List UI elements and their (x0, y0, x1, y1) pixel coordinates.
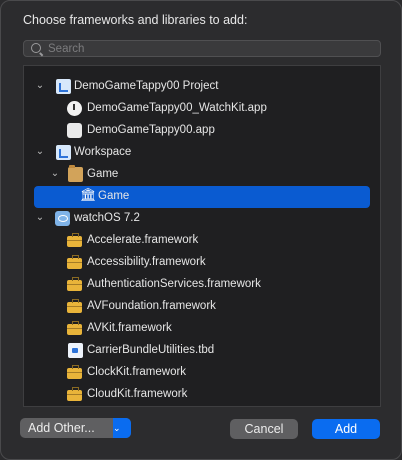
tree-row-app[interactable]: DemoGameTappy00.app (24, 120, 380, 142)
tree-row-label: DemoGameTappy00 Project (74, 80, 219, 92)
framework-toolbox-icon (67, 387, 82, 401)
project-doc-icon (56, 79, 71, 94)
tbd-file-icon (68, 343, 83, 358)
tree-row-label: Game (98, 190, 130, 202)
tree-row-label: Game (87, 168, 119, 180)
library-icon (80, 187, 97, 204)
framework-tree-list[interactable]: ⌄ DemoGameTappy00 Project DemoGameTappy0… (23, 65, 381, 407)
workspace-doc-icon (56, 145, 71, 160)
app-icon (67, 123, 82, 138)
tree-row-label: AVFoundation.framework (87, 300, 216, 312)
tree-row-label: CloudKit.framework (87, 388, 188, 400)
framework-toolbox-icon (67, 321, 82, 335)
disclosure-chevron-icon[interactable]: ⌄ (50, 169, 60, 179)
tree-row-label: DemoGameTappy00_WatchKit.app (87, 102, 267, 114)
framework-toolbox-icon (67, 233, 82, 247)
framework-toolbox-icon (67, 365, 82, 379)
tree-row-framework[interactable]: AVFoundation.framework (24, 296, 380, 318)
tree-row-label: Workspace (74, 146, 132, 158)
tree-row-framework[interactable]: ClockKit.framework (24, 362, 380, 384)
tree-row-label: watchOS 7.2 (74, 212, 140, 224)
tree-row-watchos-sdk[interactable]: ⌄ watchOS 7.2 (24, 208, 380, 230)
add-other-popup-button[interactable]: Add Other... ⌄ (20, 418, 131, 438)
tree-row-label: AVKit.framework (87, 322, 172, 334)
dialog-title: Choose frameworks and libraries to add: (23, 13, 248, 27)
framework-toolbox-icon (67, 299, 82, 313)
sdk-icon (55, 211, 70, 226)
add-frameworks-dialog: Choose frameworks and libraries to add: … (0, 0, 402, 460)
tree-row-framework[interactable]: Accessibility.framework (24, 252, 380, 274)
tree-row-game-folder[interactable]: ⌄ Game (24, 164, 380, 186)
search-icon (31, 43, 41, 53)
search-input[interactable] (48, 41, 368, 56)
tree-row-framework[interactable]: AVKit.framework (24, 318, 380, 340)
disclosure-chevron-icon[interactable]: ⌄ (35, 213, 45, 223)
tree-row-workspace[interactable]: ⌄ Workspace (24, 142, 380, 164)
tree-row-framework[interactable]: CloudKit.framework (24, 384, 380, 406)
tree-row-watchkit-app[interactable]: DemoGameTappy00_WatchKit.app (24, 98, 380, 120)
framework-toolbox-icon (67, 277, 82, 291)
search-field[interactable] (23, 40, 381, 57)
folder-icon (68, 165, 83, 182)
tree-row-project[interactable]: ⌄ DemoGameTappy00 Project (24, 76, 380, 98)
tree-row-label: Accelerate.framework (87, 234, 199, 246)
tree-row-framework[interactable]: Accelerate.framework (24, 230, 380, 252)
watch-app-icon (67, 101, 82, 116)
tree-row-label: AuthenticationServices.framework (87, 278, 261, 290)
cancel-button[interactable]: Cancel (230, 419, 298, 439)
tree-row-framework[interactable]: AuthenticationServices.framework (24, 274, 380, 296)
tree-row-label: CarrierBundleUtilities.tbd (87, 344, 215, 356)
disclosure-chevron-icon[interactable]: ⌄ (35, 147, 45, 157)
tree-row-label: Accessibility.framework (87, 256, 206, 268)
add-other-label: Add Other... (28, 421, 95, 435)
tree-row-label: ClockKit.framework (87, 366, 187, 378)
framework-toolbox-icon (67, 255, 82, 269)
tree-row-game-library[interactable]: Game (34, 186, 370, 208)
chevron-down-icon[interactable]: ⌄ (113, 418, 131, 438)
disclosure-chevron-icon[interactable]: ⌄ (35, 81, 45, 91)
add-button[interactable]: Add (312, 419, 380, 439)
tree-row-label: DemoGameTappy00.app (87, 124, 215, 136)
tree-row-tbd[interactable]: CarrierBundleUtilities.tbd (24, 340, 380, 362)
